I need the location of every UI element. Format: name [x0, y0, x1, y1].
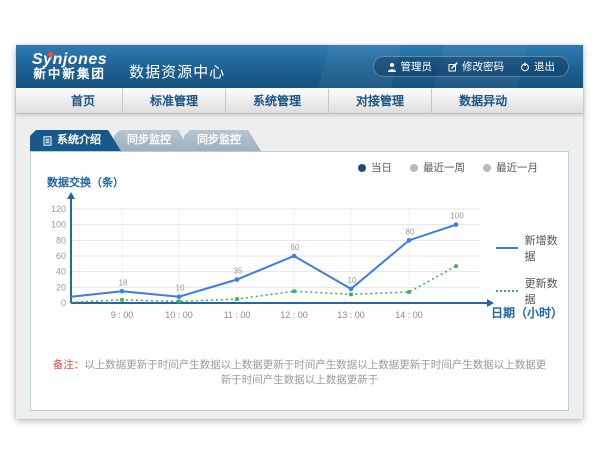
user-toolbar: 管理员 修改密码 退出 — [373, 56, 570, 77]
line-chart: 0 20 40 60 80 100 120 9 : 00 10 : 00 11 : 00 12 : … — [41, 190, 496, 324]
filter-today[interactable]: 当日 — [358, 160, 392, 175]
tab-sync-monitor-1[interactable]: 同步监控 — [114, 130, 191, 151]
nav-item-interface-mgmt[interactable]: 对接管理 — [328, 89, 431, 113]
svg-text:18: 18 — [119, 278, 128, 287]
svg-text:100: 100 — [450, 212, 464, 221]
legend-item-new-data[interactable]: 新增数据 — [496, 232, 568, 264]
tab-label: 同步监控 — [127, 130, 171, 151]
svg-text:11 : 00: 11 : 00 — [224, 310, 251, 320]
svg-text:10: 10 — [348, 276, 357, 285]
logo: Synjones 新中新集团 — [32, 51, 107, 82]
change-password-button[interactable]: 修改密码 — [448, 59, 504, 74]
nav-item-standard-mgmt[interactable]: 标准管理 — [122, 89, 225, 113]
logo-text-cn: 新中新集团 — [32, 68, 107, 82]
svg-text:0: 0 — [61, 298, 66, 308]
line-swatch-dotted — [496, 290, 518, 292]
footer-note: 备注：以上数据更新于时间产生数据以上数据更新于时间产生数据以上数据更新于时间产生… — [31, 357, 568, 387]
filter-last-month[interactable]: 最近一月 — [483, 160, 538, 175]
svg-text:60: 60 — [56, 251, 66, 261]
nav-item-home[interactable]: 首页 — [44, 89, 122, 113]
svg-text:12 : 00: 12 : 00 — [280, 310, 308, 320]
svg-text:20: 20 — [56, 282, 66, 292]
svg-text:35: 35 — [234, 267, 243, 276]
document-icon — [43, 136, 52, 146]
radio-icon — [358, 164, 366, 172]
svg-text:80: 80 — [56, 235, 66, 245]
legend-label: 新增数据 — [525, 232, 568, 264]
user-label: 管理员 — [401, 59, 433, 74]
main-nav: 首页 标准管理 系统管理 对接管理 数据异动 — [16, 88, 583, 114]
filter-label: 当日 — [371, 160, 392, 175]
change-password-label: 修改密码 — [462, 59, 504, 74]
nav-item-data-change[interactable]: 数据异动 — [431, 89, 534, 113]
svg-text:120: 120 — [51, 204, 66, 214]
edit-icon — [448, 62, 458, 72]
radio-icon — [410, 164, 418, 172]
svg-text:14 : 00: 14 : 00 — [395, 310, 423, 320]
person-icon — [387, 62, 397, 72]
app-window: Synjones 新中新集团 数据资源中心 管理员 修改密码 退出 首页 标准管… — [16, 45, 583, 419]
y-axis-label: 数据交换（条） — [47, 174, 124, 190]
tab-sync-monitor-2[interactable]: 同步监控 — [184, 130, 261, 151]
chart-panel: 当日 最近一周 最近一月 数据交换（条） 0 20 40 60 80 100 120 9 : … — [30, 151, 569, 411]
filter-label: 最近一周 — [423, 160, 465, 175]
footer-note-text: 以上数据更新于时间产生数据以上数据更新于时间产生数据以上数据更新于时间产生数据以… — [84, 359, 546, 386]
svg-text:13 : 00: 13 : 00 — [337, 310, 365, 320]
svg-text:80: 80 — [406, 227, 415, 236]
legend-item-updated-data[interactable]: 更新数据 — [496, 275, 568, 307]
user-menu[interactable]: 管理员 — [387, 59, 433, 74]
svg-text:9 : 00: 9 : 00 — [111, 310, 134, 320]
svg-text:40: 40 — [56, 267, 66, 277]
svg-text:100: 100 — [51, 220, 66, 230]
chart-legend: 新增数据 更新数据 — [496, 232, 568, 307]
logo-text-en: Synjones — [32, 51, 107, 69]
logout-button[interactable]: 退出 — [520, 59, 555, 74]
radio-icon — [483, 164, 491, 172]
svg-text:60: 60 — [291, 243, 300, 252]
header-bar: Synjones 新中新集团 数据资源中心 管理员 修改密码 退出 — [16, 45, 583, 88]
svg-text:10 : 00: 10 : 00 — [165, 310, 193, 320]
legend-label: 更新数据 — [525, 275, 568, 307]
nav-item-system-mgmt[interactable]: 系统管理 — [225, 89, 328, 113]
footer-note-label: 备注： — [53, 359, 85, 371]
tab-bar: 系统介绍 同步监控 同步监控 — [30, 130, 261, 151]
svg-text:10: 10 — [176, 284, 185, 293]
line-swatch-solid — [496, 247, 518, 249]
power-icon — [520, 62, 530, 72]
tab-system-intro[interactable]: 系统介绍 — [30, 130, 121, 151]
tab-label: 系统介绍 — [57, 130, 101, 151]
tab-label: 同步监控 — [197, 130, 241, 151]
time-range-filters: 当日 最近一周 最近一月 — [358, 160, 538, 175]
content-area: 系统介绍 同步监控 同步监控 当日 最近一周 — [16, 114, 583, 419]
filter-last-week[interactable]: 最近一周 — [410, 160, 465, 175]
filter-label: 最近一月 — [496, 160, 538, 175]
page-title: 数据资源中心 — [129, 61, 225, 82]
logout-label: 退出 — [534, 59, 555, 74]
